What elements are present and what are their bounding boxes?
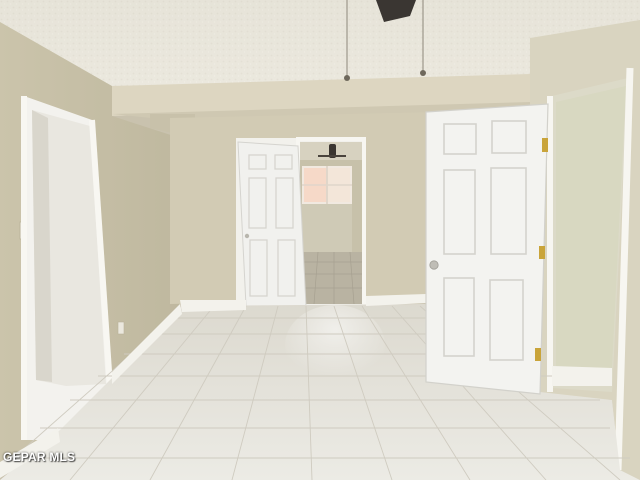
door-knob-icon <box>429 260 439 270</box>
door-hinge-icon <box>535 348 541 361</box>
door-hinge-icon <box>539 246 545 259</box>
wall-outlet <box>117 321 125 335</box>
back-door <box>237 141 307 307</box>
back-door-knob-icon <box>244 233 250 239</box>
room-illustration <box>0 0 640 480</box>
main-door <box>425 103 549 395</box>
door-hinge-icon <box>542 138 548 152</box>
room-photo: GEPAR MLS <box>0 0 640 480</box>
mls-watermark: GEPAR MLS <box>3 450 76 464</box>
window <box>302 166 352 204</box>
